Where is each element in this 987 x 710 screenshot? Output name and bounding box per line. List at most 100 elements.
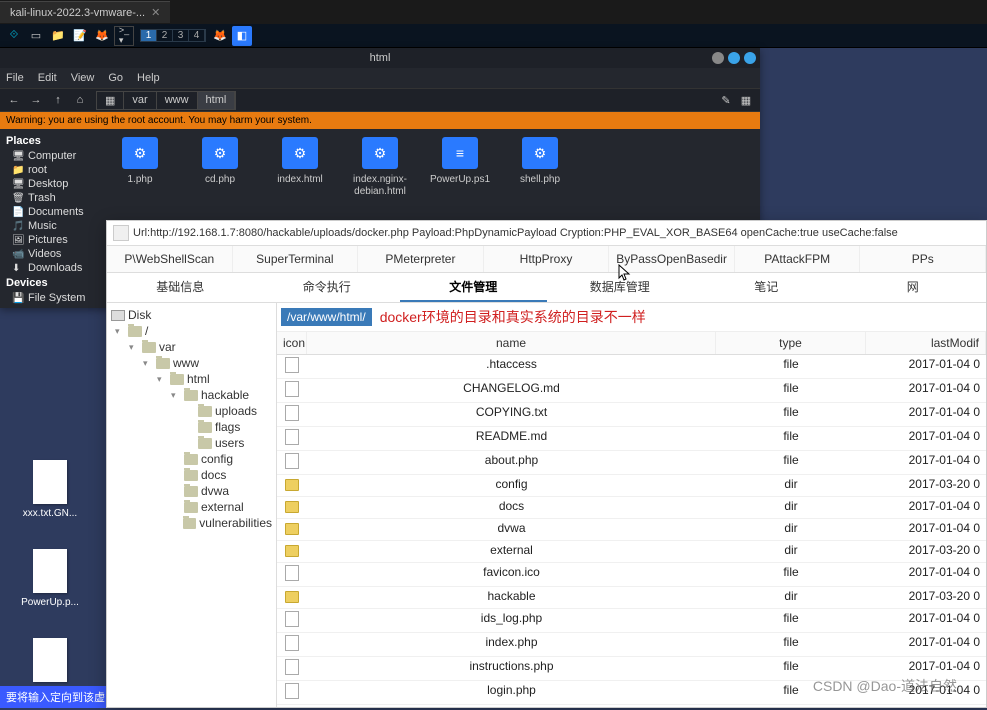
path-seg[interactable]: html bbox=[198, 92, 236, 109]
taskbar-terminal-icon[interactable]: >_ ▾ bbox=[114, 26, 134, 46]
module-tab[interactable]: 笔记 bbox=[693, 273, 840, 302]
maximize-button[interactable] bbox=[728, 52, 740, 64]
file-row[interactable]: docsdir2017-01-04 0 bbox=[277, 497, 986, 519]
options-button[interactable]: ▦ bbox=[736, 91, 756, 109]
file-row[interactable]: instructions.phpfile2017-01-04 0 bbox=[277, 657, 986, 681]
fm-path[interactable]: ▦ varwwwhtml bbox=[96, 91, 236, 110]
module-tab[interactable]: 命令执行 bbox=[254, 273, 401, 302]
workspace-3[interactable]: 3 bbox=[173, 30, 189, 41]
file-row[interactable]: .htaccessfile2017-01-04 0 bbox=[277, 355, 986, 379]
kali-menu-icon[interactable]: ⟐ bbox=[4, 26, 24, 46]
sidebar-label: Downloads bbox=[28, 262, 82, 274]
path-seg[interactable]: var bbox=[124, 92, 156, 109]
vmware-tab[interactable]: kali-linux-2022.3-vmware-... ✕ bbox=[0, 1, 170, 23]
module-tab[interactable]: 网 bbox=[840, 273, 987, 302]
forward-button[interactable]: → bbox=[26, 91, 46, 109]
home-button[interactable]: ⌂ bbox=[70, 91, 90, 109]
back-button[interactable]: ← bbox=[4, 91, 24, 109]
col-name[interactable]: name bbox=[307, 332, 716, 354]
file-row[interactable]: configdir2017-03-20 0 bbox=[277, 475, 986, 497]
row-type: file bbox=[716, 379, 866, 402]
close-button[interactable] bbox=[744, 52, 756, 64]
file-row[interactable]: index.phpfile2017-01-04 0 bbox=[277, 633, 986, 657]
tree-node[interactable]: vulnerabilities bbox=[107, 515, 276, 531]
module-tab[interactable]: 基础信息 bbox=[107, 273, 254, 302]
edit-path-button[interactable]: ✎ bbox=[716, 91, 736, 109]
workspace-switcher[interactable]: 1234 bbox=[140, 29, 206, 42]
file-row[interactable]: CHANGELOG.mdfile2017-01-04 0 bbox=[277, 379, 986, 403]
file-row[interactable]: favicon.icofile2017-01-04 0 bbox=[277, 563, 986, 587]
taskbar-firefox2-icon[interactable]: 🦊 bbox=[210, 26, 230, 46]
minimize-button[interactable] bbox=[712, 52, 724, 64]
plugin-tab[interactable]: PPs bbox=[860, 246, 986, 272]
taskbar-desktop-icon[interactable]: ▭ bbox=[26, 26, 46, 46]
workspace-4[interactable]: 4 bbox=[189, 30, 205, 41]
desktop-file[interactable]: xxx.txt.GN... bbox=[20, 460, 80, 519]
file-icon bbox=[285, 611, 299, 627]
plugin-tab[interactable]: PAttackFPM bbox=[735, 246, 861, 272]
menu-view[interactable]: View bbox=[71, 72, 95, 84]
plugin-tab[interactable]: HttpProxy bbox=[484, 246, 610, 272]
sidebar-item[interactable]: 💾File System bbox=[0, 291, 102, 305]
col-icon[interactable]: icon bbox=[277, 332, 307, 354]
shell-dir-tree[interactable]: Disk ▾/▾var▾www▾html▾hackableuploadsflag… bbox=[107, 303, 277, 707]
menu-go[interactable]: Go bbox=[108, 72, 123, 84]
sidebar-item[interactable]: 📄Documents bbox=[0, 205, 102, 219]
sidebar-item[interactable]: 🗑Trash bbox=[0, 191, 102, 205]
menu-help[interactable]: Help bbox=[137, 72, 160, 84]
col-mod[interactable]: lastModif bbox=[866, 332, 986, 354]
tree-node[interactable]: users bbox=[107, 435, 276, 451]
taskbar-files-icon[interactable]: 📁 bbox=[48, 26, 68, 46]
tree-root[interactable]: Disk bbox=[107, 307, 276, 323]
file-row[interactable]: README.mdfile2017-01-04 0 bbox=[277, 427, 986, 451]
file-row[interactable]: dvwadir2017-01-04 0 bbox=[277, 519, 986, 541]
file-row[interactable]: ids_log.phpfile2017-01-04 0 bbox=[277, 609, 986, 633]
shell-path-input[interactable]: /var/www/html/ bbox=[281, 308, 372, 326]
sidebar-item[interactable]: 📁root bbox=[0, 163, 102, 177]
tree-node[interactable]: docs bbox=[107, 467, 276, 483]
plugin-tab[interactable]: SuperTerminal bbox=[233, 246, 359, 272]
folder-icon bbox=[285, 523, 299, 535]
tree-node[interactable]: external bbox=[107, 499, 276, 515]
path-seg[interactable]: www bbox=[157, 92, 198, 109]
taskbar-app-icon[interactable]: ◧ bbox=[232, 26, 252, 46]
sidebar-item[interactable]: 🖥Computer bbox=[0, 149, 102, 163]
sidebar-item[interactable]: 🖥Desktop bbox=[0, 177, 102, 191]
tree-node[interactable]: ▾/ bbox=[107, 323, 276, 339]
tree-node[interactable]: flags bbox=[107, 419, 276, 435]
file-row[interactable]: externaldir2017-03-20 0 bbox=[277, 541, 986, 563]
tree-node[interactable]: ▾hackable bbox=[107, 387, 276, 403]
file-table-body[interactable]: .htaccessfile2017-01-04 0CHANGELOG.mdfil… bbox=[277, 355, 986, 705]
file-row[interactable]: about.phpfile2017-01-04 0 bbox=[277, 451, 986, 475]
up-button[interactable]: ↑ bbox=[48, 91, 68, 109]
tree-node[interactable]: ▾var bbox=[107, 339, 276, 355]
taskbar-firefox-icon[interactable]: 🦊 bbox=[92, 26, 112, 46]
plugin-tab[interactable]: PMeterpreter bbox=[358, 246, 484, 272]
taskbar-edit-icon[interactable]: 📝 bbox=[70, 26, 90, 46]
menu-file[interactable]: File bbox=[6, 72, 24, 84]
tree-node[interactable]: uploads bbox=[107, 403, 276, 419]
sidebar-item[interactable]: 🎵Music bbox=[0, 219, 102, 233]
module-tab[interactable]: 数据库管理 bbox=[547, 273, 694, 302]
plugin-tab[interactable]: P\WebShellScan bbox=[107, 246, 233, 272]
menu-edit[interactable]: Edit bbox=[38, 72, 57, 84]
close-icon[interactable]: ✕ bbox=[151, 6, 160, 19]
desktop-file[interactable]: PowerUp.p... bbox=[20, 549, 80, 608]
tree-node[interactable]: ▾www bbox=[107, 355, 276, 371]
file-label: shell.php bbox=[519, 173, 561, 187]
file-row[interactable]: COPYING.txtfile2017-01-04 0 bbox=[277, 403, 986, 427]
workspace-2[interactable]: 2 bbox=[157, 30, 173, 41]
tree-node[interactable]: config bbox=[107, 451, 276, 467]
sidebar-item[interactable]: ⬇Downloads bbox=[0, 261, 102, 275]
plugin-tab[interactable]: ByPassOpenBasedir bbox=[609, 246, 735, 272]
file-row[interactable]: hackabledir2017-03-20 0 bbox=[277, 587, 986, 609]
module-tab[interactable]: 文件管理 bbox=[400, 273, 547, 302]
sidebar-item[interactable]: 📹Videos bbox=[0, 247, 102, 261]
workspace-1[interactable]: 1 bbox=[141, 30, 157, 41]
file-row[interactable]: login.phpfile2017-01-04 0 bbox=[277, 681, 986, 705]
fm-titlebar[interactable]: html bbox=[0, 48, 760, 68]
tree-node[interactable]: dvwa bbox=[107, 483, 276, 499]
tree-node[interactable]: ▾html bbox=[107, 371, 276, 387]
col-type[interactable]: type bbox=[716, 332, 866, 354]
sidebar-item[interactable]: 🖼Pictures bbox=[0, 233, 102, 247]
